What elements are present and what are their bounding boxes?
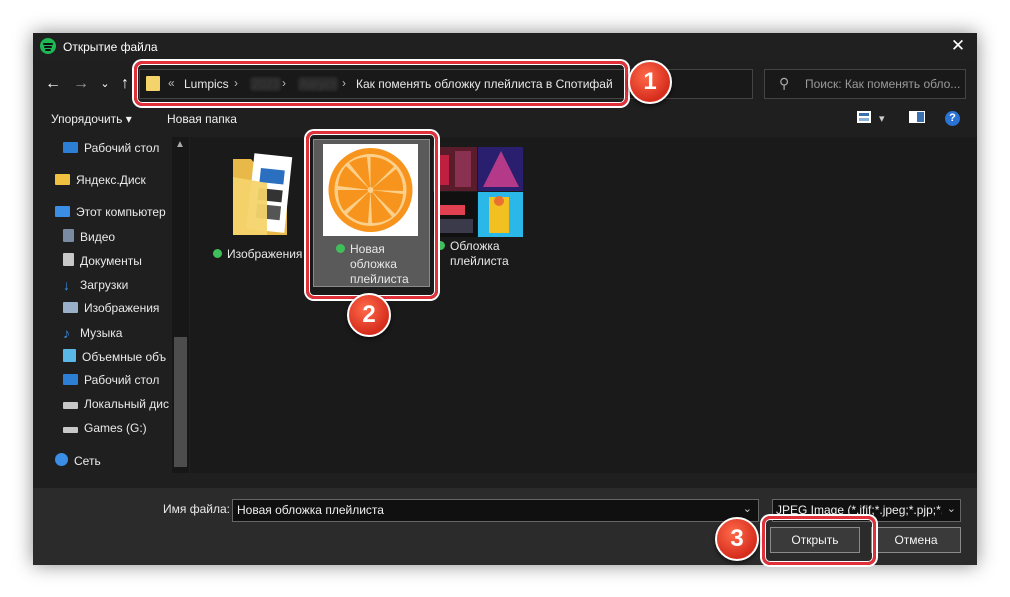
sidebar-item-pictures[interactable]: Изображения (63, 301, 159, 319)
file-tile-new-playlist-cover[interactable]: Новая обложка плейлиста (313, 139, 430, 287)
breadcrumb-lumpics[interactable]: Lumpics (184, 77, 229, 91)
title-bar: Открытие файла ✕ (33, 33, 977, 61)
file-list-pane: Изображения Новая обложка плейлиста Обло… (190, 137, 977, 473)
sidebar-item-label: Объемные объ (82, 350, 167, 364)
bottom-panel: Имя файла: Новая обложка плейлиста ⌄ JPE… (33, 488, 977, 565)
search-box[interactable]: ⚲ Поиск: Как поменять обло... (764, 69, 966, 99)
filetype-dropdown-chevron-icon[interactable]: ⌄ (946, 502, 956, 515)
filetype-value[interactable]: JPEG Image (*.jfif;*.jpeg;*.pjp;*. (776, 503, 942, 517)
orange-thumbnail (323, 144, 418, 236)
folder-icon (233, 153, 293, 235)
sync-status-icon (213, 249, 222, 258)
this-pc-icon (55, 206, 70, 217)
sidebar-item-this-pc[interactable]: Этот компьютер (55, 205, 166, 223)
video-icon (63, 229, 74, 242)
close-button[interactable]: ✕ (949, 37, 967, 55)
breadcrumb-separator[interactable]: › (342, 76, 346, 90)
open-file-dialog: Открытие файла ✕ ← → ⌄ ↑ « Lumpics › 202… (33, 33, 977, 565)
file-name-label: Изображения (213, 247, 323, 262)
downloads-icon: ↓ (63, 277, 70, 293)
sidebar-item-label: Документы (80, 254, 142, 268)
overflow-chevrons[interactable]: « (168, 76, 175, 90)
step-1-badge: 1 (628, 60, 672, 104)
sidebar-item-label: Games (G:) (84, 421, 147, 435)
window-title: Открытие файла (63, 40, 158, 54)
music-icon: ♪ (63, 325, 70, 341)
back-arrow-icon[interactable]: ← (43, 74, 63, 94)
breadcrumb-current-folder[interactable]: Как поменять обложку плейлиста в Спотифа… (356, 77, 613, 91)
sidebar-item-label: Рабочий стол (84, 373, 160, 387)
yandex-disk-icon (55, 174, 70, 185)
new-folder-button[interactable]: Новая папка (167, 112, 237, 126)
spotify-icon (40, 38, 56, 54)
change-view-icon[interactable] (857, 111, 871, 126)
recent-locations-chevron-icon[interactable]: ⌄ (95, 74, 115, 94)
filename-dropdown-chevron-icon[interactable]: ⌄ (743, 502, 752, 515)
sidebar-item-label: Сеть (74, 454, 101, 468)
sidebar-item-label: Рабочий стол (84, 141, 160, 155)
sidebar-item-music[interactable]: ♪ Музыка (63, 325, 122, 343)
sidebar-item-label: Изображения (84, 301, 160, 315)
scroll-up-icon[interactable]: ▲ (175, 139, 185, 150)
scrollbar-thumb[interactable] (174, 337, 187, 467)
sidebar-item-documents[interactable]: Документы (63, 253, 142, 271)
file-name-label: Обложка плейлиста (436, 239, 536, 269)
sidebar-item-yandex-disk[interactable]: Яндекс.Диск (55, 173, 146, 191)
navigation-pane: Рабочий стол Яндекс.Диск Этот компьютер … (33, 137, 189, 473)
filename-label: Имя файла: (163, 502, 230, 516)
sidebar-item-desktop-2[interactable]: Рабочий стол (63, 373, 159, 391)
drive-icon (63, 427, 78, 433)
file-name-label: Новая обложка плейлиста (336, 242, 426, 287)
network-icon (55, 453, 68, 466)
preview-pane-icon[interactable] (909, 111, 925, 126)
desktop-icon (63, 374, 78, 385)
up-arrow-icon[interactable]: ↑ (115, 74, 135, 94)
breadcrumb-separator[interactable]: › (282, 76, 286, 90)
breadcrumb-month[interactable]: Август (298, 77, 339, 91)
command-bar: Упорядочить ▾ Новая папка ▾ ? (33, 107, 977, 133)
desktop-icon (63, 142, 78, 153)
view-menu-chevron-icon[interactable]: ▾ (879, 112, 885, 125)
sidebar-item-label: Локальный дис (84, 397, 169, 411)
search-icon: ⚲ (779, 75, 790, 91)
sidebar-item-network[interactable]: Сеть (55, 453, 101, 471)
sync-status-icon (436, 241, 445, 250)
sidebar-item-games-drive[interactable]: Games (G:) (63, 421, 147, 439)
sidebar-item-label: Музыка (80, 326, 123, 340)
open-button[interactable]: Открыть (770, 527, 860, 553)
cancel-button[interactable]: Отмена (871, 527, 961, 553)
breadcrumb-separator[interactable]: › (234, 76, 238, 90)
sync-status-icon (336, 244, 345, 253)
help-icon[interactable]: ? (945, 111, 960, 126)
filename-input[interactable]: Новая обложка плейлиста ⌄ (232, 499, 759, 522)
documents-icon (63, 253, 74, 266)
file-tile-playlist-cover[interactable]: Обложка плейлиста (433, 147, 533, 277)
file-tile-folder[interactable]: Изображения (213, 147, 313, 261)
sidebar-item-desktop[interactable]: Рабочий стол (63, 141, 159, 159)
sidebar-item-label: Видео (80, 230, 116, 244)
sidebar-item-label: Яндекс.Диск (76, 173, 146, 187)
sidebar-item-label: Этот компьютер (76, 205, 166, 219)
filename-value[interactable]: Новая обложка плейлиста (237, 503, 384, 517)
sidebar-scrollbar[interactable]: ▲ (172, 137, 189, 473)
collage-thumbnail (433, 147, 523, 237)
pictures-icon (63, 302, 78, 313)
sidebar-item-downloads[interactable]: ↓ Загрузки (63, 277, 128, 295)
forward-arrow-icon[interactable]: → (71, 74, 91, 94)
breadcrumb-year[interactable]: 2023 (250, 77, 281, 91)
navigation-bar: ← → ⌄ ↑ « Lumpics › 2023 › Август › Как … (33, 69, 977, 99)
sidebar-item-label: Загрузки (80, 278, 129, 292)
local-disk-icon (63, 402, 78, 409)
step-3-badge: 3 (715, 517, 759, 561)
folder-icon (146, 76, 160, 91)
step-2-badge: 2 (347, 293, 391, 337)
filetype-select[interactable]: JPEG Image (*.jfif;*.jpeg;*.pjp;*. ⌄ (772, 499, 961, 522)
sidebar-item-video[interactable]: Видео (63, 229, 115, 247)
search-input[interactable]: Поиск: Как поменять обло... (805, 77, 965, 91)
sidebar-item-3d-objects[interactable]: Объемные объ (63, 349, 173, 367)
organize-button[interactable]: Упорядочить ▾ (51, 112, 132, 126)
sidebar-item-local-disk[interactable]: Локальный дис (63, 397, 173, 415)
3d-objects-icon (63, 349, 76, 362)
